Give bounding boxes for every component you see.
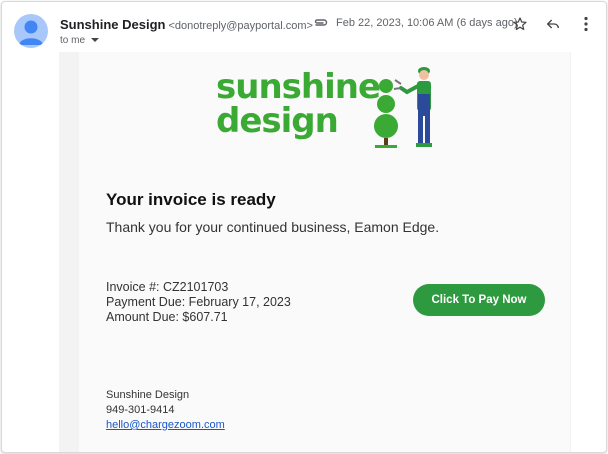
more-vert-icon[interactable] <box>575 13 597 35</box>
footer-email-link[interactable]: hello@chargezoom.com <box>106 419 225 431</box>
payment-due: Payment Due: February 17, 2023 <box>106 295 291 309</box>
footer-phone: 949-301-9414 <box>106 404 175 416</box>
click-to-pay-button[interactable]: Click To Pay Now <box>413 284 545 316</box>
sender-email: <donotreply@payportal.com> <box>168 20 313 32</box>
avatar-icon[interactable] <box>14 14 48 48</box>
reply-icon[interactable] <box>542 13 564 35</box>
caret-down-icon <box>90 35 99 46</box>
sender[interactable]: Sunshine Design <donotreply@payportal.com… <box>60 17 313 32</box>
sender-name: Sunshine Design <box>60 17 166 32</box>
attachment-icon <box>313 16 329 35</box>
footer-company: Sunshine Design <box>106 389 190 401</box>
gardener-topiary-illustration <box>367 64 447 157</box>
recipient-label: to me <box>60 35 86 47</box>
logo-line-2: design <box>216 101 339 141</box>
invoice-number: Invoice #: CZ2101703 <box>106 280 229 294</box>
thanks-message: Thank you for your continued business, E… <box>106 219 440 235</box>
star-icon[interactable] <box>509 13 531 35</box>
amount-due: Amount Due: $607.71 <box>106 310 228 324</box>
invoice-title: Your invoice is ready <box>106 190 276 209</box>
email-date: Feb 22, 2023, 10:06 AM (6 days ago) <box>336 17 518 29</box>
logo-line-1: sunshine <box>216 67 381 107</box>
recipient-dropdown[interactable]: to me <box>60 35 99 46</box>
sunshine-design-logo: sunshine design <box>216 67 381 141</box>
